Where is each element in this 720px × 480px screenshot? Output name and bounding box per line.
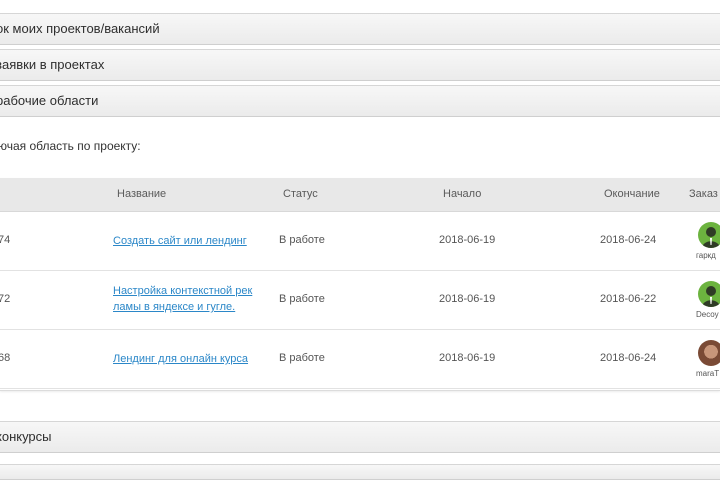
user-silhouette-icon	[702, 286, 720, 307]
customer-avatar[interactable]	[698, 281, 720, 307]
section-project-requests[interactable]: заявки в проектах	[0, 49, 720, 81]
row-id: 68	[0, 352, 11, 364]
section-contests-label: конкурсы	[0, 429, 52, 444]
section-my-projects-label: ок моих проектов/вакансий	[0, 21, 160, 36]
section-workspaces-label: рабочие области	[0, 93, 99, 108]
row-end-date: 2018-06-24	[600, 234, 657, 246]
section-contests[interactable]: конкурсы	[0, 421, 720, 453]
project-link[interactable]: Настройка контекстной рек ламы в яндексе…	[113, 283, 271, 315]
row-end-date: 2018-06-24	[600, 352, 657, 364]
table-header: Название Статус Начало Окончание Заказ	[0, 178, 720, 212]
row-start-date: 2018-06-19	[439, 293, 496, 305]
customer-username: Decoy	[696, 310, 719, 319]
header-customer: Заказ	[689, 188, 718, 200]
workspaces-panel: ючая область по проекту: Название Статус…	[0, 118, 720, 404]
customer-username: maraT	[696, 369, 720, 378]
row-status: В работе	[279, 234, 325, 246]
section-workspaces[interactable]: рабочие области	[0, 85, 720, 117]
header-start: Начало	[443, 188, 482, 200]
user-silhouette-icon	[702, 227, 720, 248]
workspaces-table: Название Статус Начало Окончание Заказ 7…	[0, 178, 720, 391]
section-project-requests-label: заявки в проектах	[0, 57, 105, 72]
header-end: Окончание	[604, 188, 660, 200]
project-link[interactable]: Создать сайт или лендинг	[113, 233, 273, 249]
header-name: Название	[117, 188, 167, 200]
table-row: 74 Создать сайт или лендинг В работе 201…	[0, 212, 720, 271]
workspace-title: ючая область по проекту:	[0, 139, 141, 153]
customer-avatar[interactable]	[698, 222, 720, 248]
row-end-date: 2018-06-22	[600, 293, 657, 305]
table-row: 68 Лендинг для онлайн курса В работе 201…	[0, 330, 720, 389]
section-next[interactable]	[0, 464, 720, 480]
project-link[interactable]: Лендинг для онлайн курса	[113, 351, 273, 367]
row-start-date: 2018-06-19	[439, 234, 496, 246]
row-id: 72	[0, 293, 11, 305]
row-status: В работе	[279, 293, 325, 305]
customer-username: гаркд	[696, 251, 716, 260]
row-status: В работе	[279, 352, 325, 364]
page: ок моих проектов/вакансий заявки в проек…	[0, 0, 720, 480]
customer-avatar[interactable]	[698, 340, 720, 366]
row-start-date: 2018-06-19	[439, 352, 496, 364]
row-id: 74	[0, 234, 11, 246]
table-row: 72 Настройка контекстной рек ламы в янде…	[0, 271, 720, 330]
section-my-projects[interactable]: ок моих проектов/вакансий	[0, 13, 720, 45]
header-status: Статус	[283, 188, 318, 200]
